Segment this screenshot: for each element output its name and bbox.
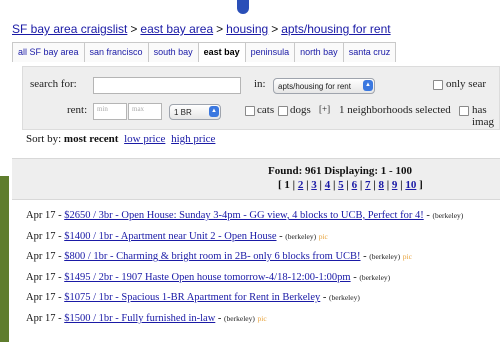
- listing-location: (berkeley): [285, 231, 317, 241]
- listing-item: Apr 17 - $1495 / 2br - 1907 Haste Open h…: [26, 271, 391, 283]
- listing-list: Apr 17 - $2650 / 3br - Open House: Sunda…: [26, 210, 500, 334]
- breadcrumb-east-bay-area[interactable]: east bay area: [140, 22, 213, 36]
- listing-date: Apr 17: [26, 210, 56, 221]
- listing-link[interactable]: $1500 / 1br - Fully furnished in-law: [64, 313, 215, 324]
- bedrooms-select[interactable]: 1 BR ▲: [169, 104, 221, 120]
- listing-location: (berkeley): [329, 293, 360, 303]
- category-select[interactable]: apts/housing for rent ▲: [273, 78, 375, 94]
- results-summary-bar: Found: 961 Displaying: 1 - 100 [ 1 | 2 |…: [12, 158, 500, 200]
- page-divider: |: [386, 179, 390, 191]
- page-link-7[interactable]: 7: [365, 179, 371, 191]
- page-link-8[interactable]: 8: [378, 179, 384, 191]
- page-link-6[interactable]: 6: [352, 179, 358, 191]
- cats-label: cats: [257, 104, 275, 116]
- tab-north-bay[interactable]: north bay: [294, 42, 344, 62]
- listing-link[interactable]: $1400 / 1br - Apartment near Unit 2 - Op…: [64, 231, 276, 242]
- search-for-label: search for:: [30, 78, 77, 90]
- in-label: in:: [254, 78, 266, 90]
- breadcrumb-separator: >: [130, 22, 138, 36]
- page-divider: |: [400, 179, 403, 191]
- breadcrumb-sf-bay-area[interactable]: SF bay area craigslist: [12, 22, 127, 36]
- tab-east-bay[interactable]: east bay: [197, 42, 246, 62]
- listing-pic-tag: pic: [318, 231, 328, 241]
- page-divider: |: [332, 179, 336, 191]
- sort-current: most recent: [63, 133, 119, 145]
- page-divider: |: [306, 179, 309, 191]
- listing-date: Apr 17: [26, 251, 56, 263]
- pagination-close-bracket: ]: [419, 179, 423, 191]
- window-edge-stripe: [0, 176, 9, 342]
- breadcrumb-separator: >: [216, 22, 224, 36]
- breadcrumb-separator: >: [271, 22, 279, 36]
- select-arrows-icon: ▲: [363, 80, 373, 91]
- tab-all-sf-bay-area[interactable]: all SF bay area: [12, 42, 85, 62]
- tab-santa-cruz[interactable]: santa cruz: [342, 42, 397, 62]
- only-search-titles-checkbox[interactable]: [433, 80, 443, 90]
- page-link-5[interactable]: 5: [338, 179, 344, 191]
- sort-options: Sort by: most recent low price high pric…: [26, 133, 215, 145]
- listing-item: Apr 17 - $1500 / 1br - Fully furnished i…: [26, 312, 267, 324]
- listing-pic-tag: pic: [402, 252, 412, 262]
- listing-date: Apr 17: [26, 292, 56, 304]
- page-divider: |: [373, 179, 376, 191]
- page-content: SF bay area craigslist > east bay area > hou…: [12, 22, 500, 130]
- page-link-1-current: 1: [284, 179, 290, 191]
- listing-item: Apr 17 - $1075 / 1br - Spacious 1-BR Apa…: [26, 292, 360, 304]
- listing-date: Apr 17: [26, 271, 56, 283]
- select-arrows-icon: ▲: [209, 106, 219, 117]
- page-divider: |: [292, 179, 296, 191]
- page-link-2[interactable]: 2: [298, 179, 304, 191]
- search-panel: search for: in: apts/housing for rent ▲ …: [22, 66, 500, 130]
- bedrooms-select-value: 1 BR: [174, 107, 192, 117]
- breadcrumb-housing[interactable]: housing: [226, 22, 268, 36]
- results-count: Found: 961 Displaying: 1 - 100: [268, 165, 412, 177]
- tab-san-francisco[interactable]: san francisco: [83, 42, 149, 62]
- breadcrumb: SF bay area craigslist > east bay area > hou…: [12, 22, 500, 36]
- listing-link[interactable]: $800 / 1br - Charming & bright room in 2…: [64, 251, 360, 262]
- listing-item: Apr 17 - $1400 / 1br - Apartment near Un…: [26, 230, 328, 242]
- page-link-3[interactable]: 3: [311, 179, 317, 191]
- rent-label: rent:: [67, 104, 88, 116]
- listing-location: (berkeley): [359, 272, 391, 282]
- listing-link[interactable]: $2650 / 3br - Open House: Sunday 3-4pm -…: [64, 210, 423, 221]
- listing-date: Apr 17: [26, 230, 56, 242]
- listing-location: (berkeley): [224, 313, 255, 323]
- dogs-checkbox[interactable]: [278, 106, 288, 116]
- blue-indicator-dot: [237, 0, 249, 14]
- tab-south-bay[interactable]: south bay: [147, 42, 199, 62]
- page-link-10[interactable]: 10: [405, 179, 416, 191]
- listing-location: (berkeley): [369, 252, 401, 262]
- pagination-open-bracket: [: [278, 179, 282, 191]
- cats-checkbox[interactable]: [245, 106, 255, 116]
- page-link-9[interactable]: 9: [392, 179, 398, 191]
- page-divider: |: [359, 179, 363, 191]
- sort-low-price-link[interactable]: low price: [124, 133, 165, 145]
- region-tabs: all SF bay area san francisco south bay …: [12, 42, 500, 62]
- only-search-titles-label: only sear: [446, 78, 487, 90]
- category-select-value: apts/housing for rent: [278, 81, 351, 91]
- has-image-label: has imag: [472, 104, 494, 128]
- listing-date: Apr 17: [26, 312, 56, 324]
- more-options-link[interactable]: [+]: [319, 104, 330, 114]
- listing-item: Apr 17 - $800 / 1br - Charming & bright …: [26, 251, 412, 263]
- listing-link[interactable]: $1495 / 2br - 1907 Haste Open house tomo…: [64, 272, 350, 283]
- listing-item: Apr 17 - $2650 / 3br - Open House: Sunda…: [26, 210, 464, 221]
- min-rent-input[interactable]: min: [93, 103, 127, 120]
- max-rent-input[interactable]: max: [128, 103, 162, 120]
- page-link-4[interactable]: 4: [325, 179, 331, 191]
- neighborhoods-selected-text[interactable]: 1 neighborhoods selected: [339, 104, 451, 116]
- sort-prefix: Sort by:: [26, 133, 62, 145]
- breadcrumb-apts-housing[interactable]: apts/housing for rent: [281, 22, 390, 36]
- tab-peninsula[interactable]: peninsula: [244, 42, 296, 62]
- pagination: [ 1 | 2 | 3 | 4 | 5 | 6 | 7 | 8 | 9 | 10…: [278, 179, 423, 191]
- listing-location: (berkeley): [432, 211, 464, 220]
- search-input[interactable]: [93, 77, 241, 94]
- sort-high-price-link[interactable]: high price: [171, 133, 215, 145]
- has-image-checkbox[interactable]: [459, 106, 469, 116]
- page-divider: |: [346, 179, 349, 191]
- listing-link[interactable]: $1075 / 1br - Spacious 1-BR Apartment fo…: [64, 292, 320, 303]
- page-divider: |: [319, 179, 322, 191]
- dogs-label: dogs: [290, 104, 311, 116]
- listing-pic-tag: pic: [257, 313, 267, 323]
